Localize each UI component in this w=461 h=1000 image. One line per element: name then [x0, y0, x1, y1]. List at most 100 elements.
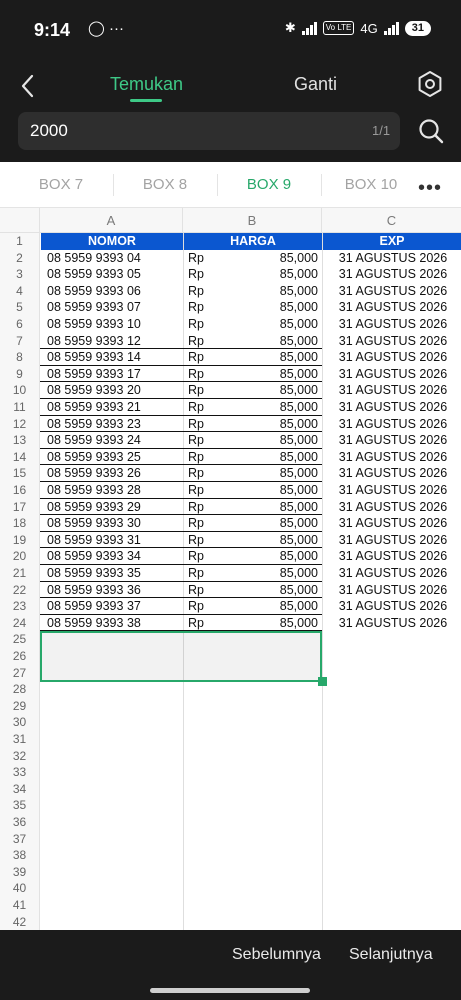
row-number[interactable]: 32 — [0, 747, 40, 765]
cell-harga[interactable]: 85,000 — [222, 482, 318, 499]
cell-exp[interactable]: 31 AGUSTUS 2026 — [327, 399, 459, 416]
row-number[interactable]: 7 — [0, 332, 40, 350]
cell-nomor[interactable]: 08 5959 9393 36 — [47, 582, 181, 599]
cell-nomor[interactable]: 08 5959 9393 10 — [47, 316, 181, 333]
cell-harga[interactable]: 85,000 — [222, 316, 318, 333]
cell-nomor[interactable]: 08 5959 9393 07 — [47, 299, 181, 316]
next-button[interactable]: Selanjutnya — [349, 946, 433, 964]
cell-nomor[interactable]: 08 5959 9393 04 — [47, 250, 181, 267]
cell-exp[interactable]: 31 AGUSTUS 2026 — [327, 349, 459, 366]
cell-harga[interactable]: 85,000 — [222, 565, 318, 582]
cell-harga[interactable]: 85,000 — [222, 416, 318, 433]
sheet-tab-box-8[interactable]: BOX 8 — [116, 162, 214, 208]
cell-harga[interactable]: 85,000 — [222, 582, 318, 599]
column-header-c[interactable]: C — [322, 208, 461, 233]
sheet-tab-box-9[interactable]: BOX 9 — [220, 162, 318, 208]
row-number[interactable]: 11 — [0, 399, 40, 416]
cell-rp[interactable]: Rp — [188, 366, 218, 383]
row-number[interactable]: 26 — [0, 648, 40, 665]
cell-rp[interactable]: Rp — [188, 515, 218, 532]
cell-exp[interactable]: 31 AGUSTUS 2026 — [327, 515, 459, 532]
row-number[interactable]: 24 — [0, 614, 40, 632]
cell-nomor[interactable]: 08 5959 9393 21 — [47, 399, 181, 416]
cell-exp[interactable]: 31 AGUSTUS 2026 — [327, 615, 459, 632]
row-number[interactable]: 6 — [0, 316, 40, 333]
row-number[interactable]: 29 — [0, 697, 40, 715]
row-number[interactable]: 1 — [0, 233, 40, 250]
cell-rp[interactable]: Rp — [188, 250, 218, 267]
cell-rp[interactable]: Rp — [188, 482, 218, 499]
cell-rp[interactable]: Rp — [188, 465, 218, 482]
row-number[interactable]: 3 — [0, 266, 40, 283]
cell-rp[interactable]: Rp — [188, 333, 218, 350]
cell-exp[interactable]: 31 AGUSTUS 2026 — [327, 250, 459, 267]
cell-exp[interactable]: 31 AGUSTUS 2026 — [327, 565, 459, 582]
cell-rp[interactable]: Rp — [188, 283, 218, 300]
row-number[interactable]: 42 — [0, 913, 40, 930]
row-number[interactable]: 14 — [0, 448, 40, 466]
cell-nomor[interactable]: 08 5959 9393 06 — [47, 283, 181, 300]
previous-button[interactable]: Sebelumnya — [232, 946, 321, 964]
cell-exp[interactable]: 31 AGUSTUS 2026 — [327, 382, 459, 399]
cell-rp[interactable]: Rp — [188, 582, 218, 599]
cell-harga[interactable]: 85,000 — [222, 432, 318, 449]
cell-nomor[interactable]: 08 5959 9393 23 — [47, 416, 181, 433]
header-cell-exp[interactable]: EXP — [323, 233, 461, 250]
cell-rp[interactable]: Rp — [188, 548, 218, 565]
row-number[interactable]: 40 — [0, 880, 40, 897]
cell-nomor[interactable]: 08 5959 9393 20 — [47, 382, 181, 399]
cell-harga[interactable]: 85,000 — [222, 598, 318, 615]
row-number[interactable]: 30 — [0, 714, 40, 731]
cell-exp[interactable]: 31 AGUSTUS 2026 — [327, 299, 459, 316]
cell-rp[interactable]: Rp — [188, 382, 218, 399]
cell-nomor[interactable]: 08 5959 9393 30 — [47, 515, 181, 532]
spreadsheet-grid[interactable]: A B C 1 2 3 4 5 6 7 8 9 10 11 12 13 14 15 16 17 18 19 20 21 2… — [0, 208, 461, 930]
cell-nomor[interactable]: 08 5959 9393 38 — [47, 615, 181, 632]
cell-nomor[interactable]: 08 5959 9393 05 — [47, 266, 181, 283]
cell-rp[interactable]: Rp — [188, 499, 218, 516]
cell-nomor[interactable]: 08 5959 9393 35 — [47, 565, 181, 582]
row-number[interactable]: 20 — [0, 548, 40, 565]
cell-exp[interactable]: 31 AGUSTUS 2026 — [327, 366, 459, 383]
cell-exp[interactable]: 31 AGUSTUS 2026 — [327, 416, 459, 433]
row-number[interactable]: 15 — [0, 465, 40, 482]
cell-nomor[interactable]: 08 5959 9393 24 — [47, 432, 181, 449]
cell-harga[interactable]: 85,000 — [222, 532, 318, 549]
back-icon[interactable] — [14, 71, 44, 101]
cell-nomor[interactable]: 08 5959 9393 12 — [47, 333, 181, 350]
cell-rp[interactable]: Rp — [188, 416, 218, 433]
row-number[interactable]: 22 — [0, 581, 40, 599]
cell-harga[interactable]: 85,000 — [222, 382, 318, 399]
row-number[interactable]: 34 — [0, 780, 40, 798]
cell-harga[interactable]: 85,000 — [222, 250, 318, 267]
header-cell-nomor[interactable]: NOMOR — [41, 233, 183, 250]
search-icon[interactable] — [417, 117, 445, 145]
cell-rp[interactable]: Rp — [188, 432, 218, 449]
sheet-tab-box-7[interactable]: BOX 7 — [12, 162, 110, 208]
cell-harga[interactable]: 85,000 — [222, 465, 318, 482]
cell-rp[interactable]: Rp — [188, 449, 218, 466]
cell-harga[interactable]: 85,000 — [222, 366, 318, 383]
cell-rp[interactable]: Rp — [188, 615, 218, 632]
cell-rp[interactable]: Rp — [188, 316, 218, 333]
cell-harga[interactable]: 85,000 — [222, 349, 318, 366]
row-number[interactable]: 10 — [0, 382, 40, 399]
cell-rp[interactable]: Rp — [188, 399, 218, 416]
cell-exp[interactable]: 31 AGUSTUS 2026 — [327, 316, 459, 333]
cell-exp[interactable]: 31 AGUSTUS 2026 — [327, 449, 459, 466]
more-icon[interactable]: ••• — [418, 177, 442, 200]
row-number[interactable]: 13 — [0, 432, 40, 449]
select-all-corner[interactable] — [0, 208, 40, 233]
cell-harga[interactable]: 85,000 — [222, 283, 318, 300]
row-number[interactable]: 35 — [0, 797, 40, 814]
cell-nomor[interactable]: 08 5959 9393 34 — [47, 548, 181, 565]
cell-exp[interactable]: 31 AGUSTUS 2026 — [327, 499, 459, 516]
cell-rp[interactable]: Rp — [188, 532, 218, 549]
cell-exp[interactable]: 31 AGUSTUS 2026 — [327, 283, 459, 300]
selected-range[interactable] — [40, 631, 322, 683]
cell-harga[interactable]: 85,000 — [222, 499, 318, 516]
cell-rp[interactable]: Rp — [188, 299, 218, 316]
cell-exp[interactable]: 31 AGUSTUS 2026 — [327, 532, 459, 549]
cell-exp[interactable]: 31 AGUSTUS 2026 — [327, 465, 459, 482]
cell-rp[interactable]: Rp — [188, 598, 218, 615]
